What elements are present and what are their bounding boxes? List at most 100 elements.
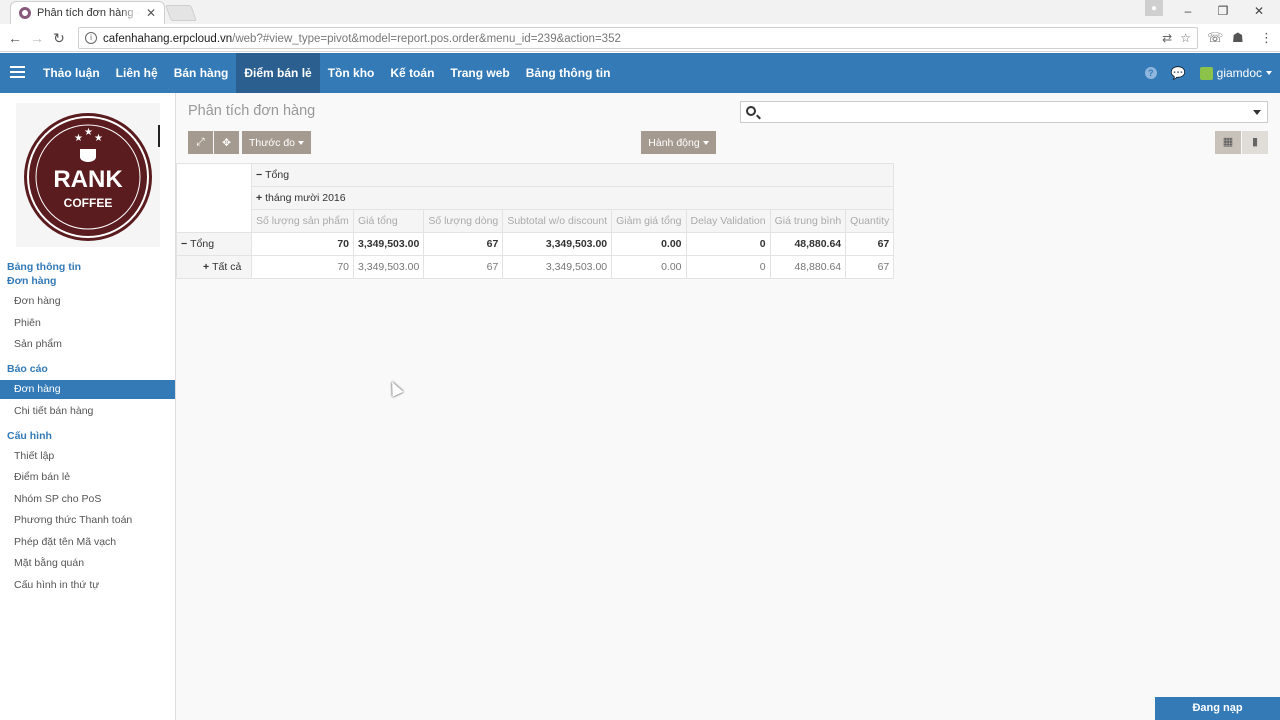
chevron-down-icon — [298, 140, 304, 145]
sidebar-item-don-hang[interactable]: Đơn hàng — [0, 292, 175, 311]
maximize-button[interactable]: ❐ — [1210, 2, 1236, 20]
close-icon[interactable]: ✕ — [146, 6, 156, 20]
pivot-row-label: Tổng — [190, 238, 215, 250]
sidebar-item-san-pham[interactable]: Sản phẩm — [0, 335, 175, 354]
avatar — [1199, 66, 1213, 80]
measures-label: Thước đo — [248, 136, 295, 149]
pivot-cell: 67 — [845, 255, 895, 279]
navbar-right: ? 💬 giamdoc — [1144, 53, 1272, 93]
pivot-row-header-all[interactable]: + Tất cả — [176, 255, 252, 279]
pivot-cell: 0 — [685, 232, 771, 256]
pivot-cell: 0.00 — [611, 232, 687, 256]
menu-lien-he[interactable]: Liên hệ — [108, 53, 166, 93]
measure-header[interactable]: Giá trung bình — [769, 209, 847, 233]
measure-header[interactable]: Subtotal w/o discount — [502, 209, 613, 233]
sidebar-item-thiet-lap[interactable]: Thiết lập — [0, 447, 175, 466]
svg-text:★: ★ — [74, 133, 83, 144]
company-logo[interactable]: ★ ★ ★ RANK COFFEE — [16, 103, 160, 247]
sidebar-item-ma-vach[interactable]: Phép đặt tên Mã vạch — [0, 533, 175, 552]
graph-view-button[interactable]: ▮ — [1242, 131, 1268, 154]
pivot-col-header-total[interactable]: − Tổng — [250, 163, 895, 187]
flip-axis-button[interactable]: ✥ — [214, 131, 239, 154]
search-input[interactable] — [740, 101, 1268, 123]
phone-extension-icon[interactable]: ☏ — [1207, 30, 1223, 46]
pivot-view-button[interactable]: ▦ — [1215, 131, 1241, 154]
pivot-cell: 48,880.64 — [769, 255, 847, 279]
pivot-cell: 3,349,503.00 — [502, 255, 613, 279]
menu-ton-kho[interactable]: Tồn kho — [320, 53, 383, 93]
measures-button[interactable]: Thước đo — [242, 131, 311, 154]
url-path: /web?#view_type=pivot&model=report.pos.o… — [232, 33, 621, 45]
measure-header[interactable]: Delay Validation — [685, 209, 771, 233]
plus-icon: + — [203, 261, 210, 273]
menu-ke-toan[interactable]: Kế toán — [382, 53, 442, 93]
forward-button[interactable]: → — [28, 29, 46, 47]
window-close-button[interactable]: ✕ — [1246, 2, 1272, 20]
pivot-cell: 48,880.64 — [769, 232, 847, 256]
minus-icon: − — [181, 238, 188, 250]
pivot-row-header-total[interactable]: − Tổng — [176, 232, 252, 256]
extension-icon[interactable]: ☗ — [1232, 30, 1244, 46]
measure-header[interactable]: Số lượng sản phẩm — [251, 209, 354, 233]
sidebar-item-chi-tiet-ban-hang[interactable]: Chi tiết bán hàng — [0, 402, 175, 421]
pivot-cell: 70 — [251, 232, 354, 256]
sidebar-item-cau-hinh-in[interactable]: Cấu hình in thứ tự — [0, 576, 175, 595]
sidebar-item-phuong-thuc-thanh-toan[interactable]: Phương thức Thanh toán — [0, 511, 175, 530]
new-tab-button[interactable] — [165, 5, 197, 21]
hamburger-icon[interactable] — [10, 66, 25, 78]
pivot-row-label: Tất cả — [212, 261, 242, 273]
top-menu: Thảo luận Liên hệ Bán hàng Điểm bán lẻ T… — [35, 53, 618, 93]
pivot-col-header-month[interactable]: + tháng mười 2016 — [250, 186, 895, 210]
measure-header[interactable]: Số lượng dòng — [423, 209, 504, 233]
chevron-down-icon[interactable] — [1253, 110, 1261, 115]
menu-trang-web[interactable]: Trang web — [442, 53, 517, 93]
profile-icon[interactable]: ● — [1145, 0, 1163, 16]
pivot-table: − Tổng + tháng mười 2016 Số lượng sản phẩm… — [176, 163, 895, 279]
measure-header[interactable]: Quantity — [845, 209, 895, 233]
logo-fragment — [158, 125, 160, 147]
pivot-corner — [176, 163, 252, 233]
sidebar-item-phien[interactable]: Phiên — [0, 314, 175, 333]
loading-indicator: Đang nạp — [1155, 697, 1280, 720]
menu-thao-luan[interactable]: Thảo luận — [35, 53, 108, 93]
minus-icon: − — [256, 169, 263, 181]
measure-header[interactable]: Giá tổng — [352, 209, 425, 233]
sidebar-item-diem-ban-le[interactable]: Điểm bán lẻ — [0, 468, 175, 487]
search-icon — [746, 106, 756, 116]
sidebar-item-mat-bang-quan[interactable]: Mặt bằng quán — [0, 554, 175, 573]
sidebar-head-bang-thong-tin[interactable]: Bảng thông tin — [7, 261, 81, 273]
pivot-cell: 0 — [685, 255, 771, 279]
sidebar-item-nhom-sp[interactable]: Nhóm SP cho PoS — [0, 490, 175, 509]
pivot-cell: 3,349,503.00 — [352, 255, 425, 279]
menu-diem-ban-le[interactable]: Điểm bán lẻ — [236, 53, 320, 93]
sidebar-item-bao-cao-don-hang[interactable]: Đơn hàng — [0, 380, 175, 399]
browser-tabstrip: Phân tích đơn hàng - Erp ✕ ● – ❐ ✕ — [0, 0, 1280, 24]
plus-icon: + — [256, 192, 263, 204]
menu-ban-hang[interactable]: Bán hàng — [166, 53, 237, 93]
reload-button[interactable]: ↻ — [50, 29, 68, 47]
table-row: − Tổng 70 3,349,503.00 67 3,349,503.00 0.… — [176, 232, 895, 256]
rank-coffee-logo: ★ ★ ★ RANK COFFEE — [24, 113, 152, 241]
address-bar: ← → ↻ i cafenhahang.erpcloud.vn/web?#vie… — [0, 24, 1280, 52]
browser-menu-icon[interactable]: ⋮ — [1260, 30, 1273, 46]
app-navbar: Thảo luận Liên hệ Bán hàng Điểm bán lẻ T… — [0, 53, 1280, 93]
pivot-cell: 3,349,503.00 — [502, 232, 613, 256]
expand-all-button[interactable]: ⤢ — [188, 131, 213, 154]
chat-icon[interactable]: 💬 — [1171, 66, 1186, 80]
actions-button[interactable]: Hành động — [641, 131, 716, 154]
odoo-favicon-icon — [19, 7, 31, 19]
browser-tab[interactable]: Phân tích đơn hàng - Erp ✕ — [10, 1, 165, 24]
menu-bang-thong-tin[interactable]: Bảng thông tin — [518, 53, 619, 93]
translate-icon[interactable]: ⇄ — [1162, 31, 1172, 45]
star-icon[interactable]: ☆ — [1180, 31, 1191, 45]
help-icon[interactable]: ? — [1144, 67, 1157, 79]
info-icon[interactable]: i — [85, 32, 97, 44]
minimize-button[interactable]: – — [1175, 2, 1201, 20]
url-host: cafenhahang.erpcloud.vn — [103, 33, 233, 45]
measure-header[interactable]: Giảm giá tổng — [611, 209, 687, 233]
user-menu[interactable]: giamdoc — [1199, 66, 1272, 80]
back-button[interactable]: ← — [6, 29, 24, 47]
url-field[interactable]: i cafenhahang.erpcloud.vn/web?#view_type… — [78, 27, 1198, 49]
svg-text:★: ★ — [84, 127, 93, 138]
page-title: Phân tích đơn hàng — [188, 103, 316, 119]
